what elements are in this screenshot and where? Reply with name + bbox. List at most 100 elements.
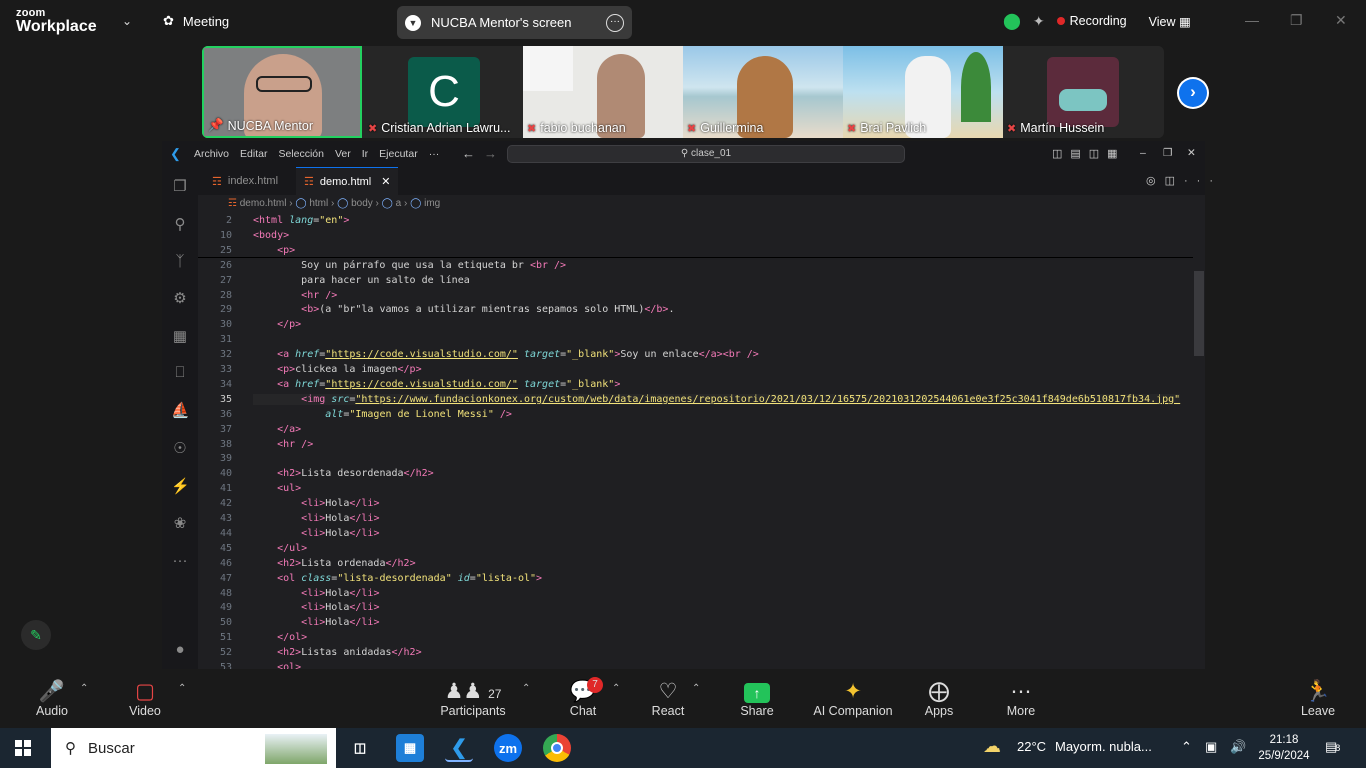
participants-button[interactable]: ♟♟ 27 Participants <box>440 679 506 718</box>
next-page-button[interactable]: › <box>1177 77 1209 109</box>
code-line[interactable]: </a> <box>253 424 301 435</box>
code-line[interactable]: <body> <box>253 230 289 241</box>
meeting-info-button[interactable]: ✿ Meeting <box>163 13 229 29</box>
code-line[interactable]: <html lang="en"> <box>253 215 349 226</box>
menu-ver[interactable]: Ver <box>335 148 351 160</box>
editor-actions-icons[interactable]: ◎◫··· <box>1146 174 1222 187</box>
code-line[interactable]: <hr /> <box>253 439 313 450</box>
code-line[interactable]: <p>clickea la imagen</p> <box>253 364 422 375</box>
notifications-icon[interactable]: ▤8 <box>1325 739 1340 755</box>
network-icon[interactable]: ▣ <box>1205 739 1217 755</box>
store-icon[interactable]: ▦ <box>396 734 424 762</box>
shield-icon[interactable]: ⬤ <box>1003 11 1021 31</box>
menu-ejecutar[interactable]: Ejecutar <box>379 148 418 160</box>
menu-seleccion[interactable]: Selección <box>278 148 324 160</box>
code-line[interactable]: <p> <box>253 245 295 256</box>
menu-editar[interactable]: Editar <box>240 148 267 160</box>
search-icon[interactable]: ⚲ <box>171 215 189 233</box>
clock[interactable]: 21:18 25/9/2024 <box>1254 732 1314 764</box>
participant-tile[interactable]: ✖ Brai Pavlich <box>843 46 1003 138</box>
code-line[interactable]: <a href="https://code.visualstudio.com/"… <box>253 379 620 390</box>
participant-tile[interactable]: ✖ fabio buchanan <box>523 46 683 138</box>
chat-options-caret[interactable]: ⌃ <box>612 683 620 694</box>
weather-temp[interactable]: 22°C <box>1017 739 1046 754</box>
annotate-pen-button[interactable]: ✎ <box>21 620 51 650</box>
breadcrumb-html[interactable]: ◯ html <box>295 198 328 209</box>
view-button[interactable]: View ▦ <box>1149 14 1191 29</box>
weather-icon[interactable]: ☁ <box>983 736 1001 757</box>
docker-icon[interactable]: ⛵ <box>171 401 190 419</box>
chevron-down-icon[interactable]: ⌄ <box>122 14 132 28</box>
menu-more[interactable]: ··· <box>429 148 440 160</box>
code-line[interactable]: </ul> <box>253 543 307 554</box>
layout-icons[interactable]: ◫▤◫▦ <box>1052 147 1126 160</box>
menu-ir[interactable]: Ir <box>362 148 368 160</box>
more-views-icon[interactable]: ··· <box>171 552 189 570</box>
thunder-client-icon[interactable]: ⚡ <box>171 477 190 495</box>
tab-index-html[interactable]: ☶ index.html <box>204 167 286 195</box>
chat-button[interactable]: 💬 Chat 7 <box>566 677 603 718</box>
taskbar-search[interactable]: ⚲ Buscar <box>51 728 336 768</box>
code-line[interactable]: <li>Hola</li> <box>253 588 379 599</box>
windows-start-icon[interactable] <box>15 740 31 756</box>
video-button[interactable]: ▢ Video <box>127 679 163 718</box>
breadcrumb-img[interactable]: ◯ img <box>410 198 440 209</box>
sparkle-icon[interactable]: ✦ <box>1033 13 1045 30</box>
maximize-icon[interactable]: ❐ <box>1290 12 1303 29</box>
code-line[interactable]: <li>Hola</li> <box>253 602 379 613</box>
close-tab-icon[interactable]: ✕ <box>381 175 390 188</box>
menu-archivo[interactable]: Archivo <box>194 148 229 160</box>
close-icon[interactable]: ✕ <box>1335 12 1347 29</box>
code-editor[interactable]: 2 <html lang="en"> 10 <body> 25 <p> 26 Soy un… <box>198 213 1205 673</box>
code-line[interactable]: <img src="https://www.fundacionkonex.org… <box>253 394 1180 405</box>
code-line[interactable]: <ol class="lista-desordenada" id="lista-… <box>253 573 542 584</box>
code-line[interactable]: </p> <box>253 319 301 330</box>
extensions-icon[interactable]: ▦ <box>171 327 189 345</box>
code-line[interactable]: Soy un párrafo que usa la etiqueta br <b… <box>253 260 566 271</box>
code-line[interactable]: <hr /> <box>253 290 337 301</box>
audio-options-caret[interactable]: ⌃ <box>80 683 88 694</box>
code-line[interactable]: <li>Hola</li> <box>253 498 379 509</box>
participant-tile[interactable]: ✖ Guillermina <box>683 46 843 138</box>
ai-companion-button[interactable]: ✦ AI Companion <box>812 679 894 718</box>
audio-button[interactable]: 🎤 Audio <box>34 679 70 718</box>
restore-icon[interactable]: ❐ <box>1163 147 1172 159</box>
debug-icon[interactable]: ⚙ <box>171 289 189 307</box>
breadcrumb-file[interactable]: ☶ demo.html <box>228 198 286 209</box>
chevron-up-icon[interactable]: ⌃ <box>1181 739 1192 755</box>
apps-button[interactable]: ⨁ Apps <box>922 679 956 718</box>
volume-icon[interactable]: 🔊 <box>1230 739 1246 755</box>
remote-explorer-icon[interactable]: ⎕ <box>171 364 189 382</box>
more-button[interactable]: ⋯ More <box>1004 679 1038 718</box>
minimize-icon[interactable]: — <box>1245 12 1259 28</box>
code-line[interactable]: <li>Hola</li> <box>253 617 379 628</box>
chrome-icon[interactable] <box>543 734 571 762</box>
weather-text[interactable]: Mayorm. nubla... <box>1055 739 1152 754</box>
code-line[interactable]: <b>(a "br"la vamos a utilizar mientras s… <box>253 304 674 315</box>
react-options-caret[interactable]: ⌃ <box>692 683 700 694</box>
participant-tile[interactable]: C ✖ Cristian Adrian Lawru... <box>364 46 524 138</box>
back-arrow-icon[interactable]: ← <box>462 146 475 161</box>
breadcrumb-a[interactable]: ◯ a <box>382 198 402 209</box>
forward-arrow-icon[interactable]: → <box>484 146 497 161</box>
account-icon[interactable]: ● <box>171 641 189 659</box>
more-options-icon[interactable]: ··· <box>606 13 624 32</box>
participants-options-caret[interactable]: ⌃ <box>522 683 530 694</box>
explorer-icon[interactable]: ❐ <box>171 177 189 195</box>
code-line[interactable]: alt="Imagen de Lionel Messi" /> <box>253 409 512 420</box>
code-line[interactable]: <h2>Lista desordenada</h2> <box>253 468 434 479</box>
code-line[interactable]: </ol> <box>253 632 307 643</box>
screen-share-indicator[interactable]: ▼ NUCBA Mentor's screen ··· <box>397 6 632 39</box>
code-line[interactable]: <h2>Lista ordenada</h2> <box>253 558 416 569</box>
code-line[interactable]: <a href="https://code.visualstudio.com/"… <box>253 349 759 360</box>
task-view-icon[interactable]: ◫ <box>346 734 374 762</box>
participant-tile[interactable]: ✖ Martín Hussein <box>1003 46 1163 138</box>
minimize-icon[interactable]: – <box>1140 147 1146 159</box>
tab-demo-html[interactable]: ☶ demo.html ✕ <box>296 167 399 195</box>
command-center-search[interactable]: ⚲ clase_01 <box>507 145 905 163</box>
code-line[interactable]: <li>Hola</li> <box>253 513 379 524</box>
video-options-caret[interactable]: ⌃ <box>178 683 186 694</box>
vscode-taskbar-icon[interactable]: ❮ <box>445 734 473 762</box>
code-line[interactable]: <li>Hola</li> <box>253 528 379 539</box>
leave-button[interactable]: 🏃 Leave <box>1300 679 1336 718</box>
